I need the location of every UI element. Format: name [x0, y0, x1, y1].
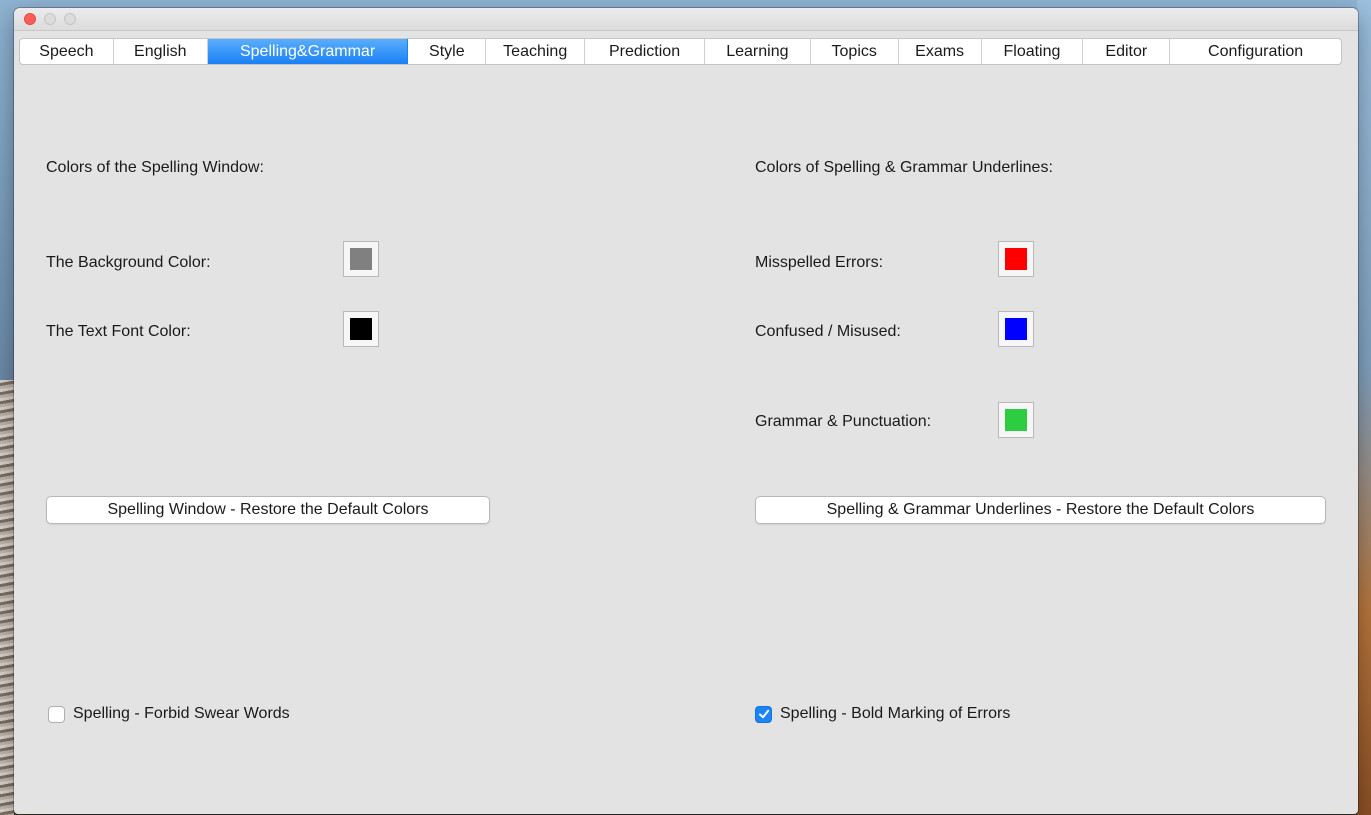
background-color-swatch [350, 248, 372, 270]
text-font-color-well[interactable] [343, 311, 379, 347]
bold-marking-of-errors-label: Spelling - Bold Marking of Errors [780, 705, 1011, 722]
tab-spelling-grammar[interactable]: Spelling&Grammar [207, 39, 409, 64]
tab-floating[interactable]: Floating [982, 39, 1084, 64]
tab-prediction[interactable]: Prediction [585, 39, 705, 64]
misspelled-errors-color-well[interactable] [998, 241, 1034, 277]
restore-underline-colors-button[interactable]: Spelling & Grammar Underlines - Restore … [755, 496, 1326, 524]
confused-misused-color-well[interactable] [998, 311, 1034, 347]
grammar-punctuation-label: Grammar & Punctuation: [755, 413, 932, 430]
tab-english[interactable]: English [114, 39, 208, 64]
bold-marking-of-errors-option[interactable]: Spelling - Bold Marking of Errors [755, 705, 1010, 723]
forbid-swear-words-checkbox[interactable] [48, 705, 65, 723]
desktop-background-left [0, 380, 14, 815]
underline-colors-heading: Colors of Spelling & Grammar Underlines: [755, 159, 1053, 176]
tab-style[interactable]: Style [408, 39, 487, 64]
minimize-window-button[interactable] [44, 13, 56, 25]
checkmark-icon [758, 709, 769, 719]
text-font-color-swatch [350, 318, 372, 340]
forbid-swear-words-option[interactable]: Spelling - Forbid Swear Words [48, 705, 290, 723]
close-window-button[interactable] [24, 13, 36, 25]
tab-bar: Speech English Spelling&Grammar Style Te… [19, 38, 1342, 65]
restore-spelling-window-colors-button[interactable]: Spelling Window - Restore the Default Co… [46, 496, 490, 524]
confused-misused-label: Confused / Misused: [755, 323, 901, 340]
grammar-punctuation-color-swatch [1005, 409, 1027, 431]
background-color-well[interactable] [343, 241, 379, 277]
tab-teaching[interactable]: Teaching [486, 39, 586, 64]
spelling-window-colors-heading: Colors of the Spelling Window: [46, 159, 264, 176]
zoom-window-button[interactable] [64, 13, 76, 25]
tab-exams[interactable]: Exams [899, 39, 982, 64]
misspelled-errors-color-swatch [1005, 248, 1027, 270]
confused-misused-color-swatch [1005, 318, 1027, 340]
tab-speech[interactable]: Speech [20, 39, 114, 64]
preferences-window: Speech English Spelling&Grammar Style Te… [14, 8, 1358, 814]
tab-learning[interactable]: Learning [705, 39, 811, 64]
grammar-punctuation-color-well[interactable] [998, 402, 1034, 438]
background-color-label: The Background Color: [46, 254, 211, 271]
bold-marking-of-errors-checkbox[interactable] [755, 705, 772, 723]
tab-configuration[interactable]: Configuration [1170, 39, 1341, 64]
desktop-background-right [1357, 0, 1371, 815]
title-bar [14, 8, 1358, 31]
text-font-color-label: The Text Font Color: [46, 323, 191, 340]
tab-topics[interactable]: Topics [811, 39, 899, 64]
forbid-swear-words-label: Spelling - Forbid Swear Words [73, 705, 290, 722]
tab-editor[interactable]: Editor [1083, 39, 1171, 64]
misspelled-errors-label: Misspelled Errors: [755, 254, 884, 271]
